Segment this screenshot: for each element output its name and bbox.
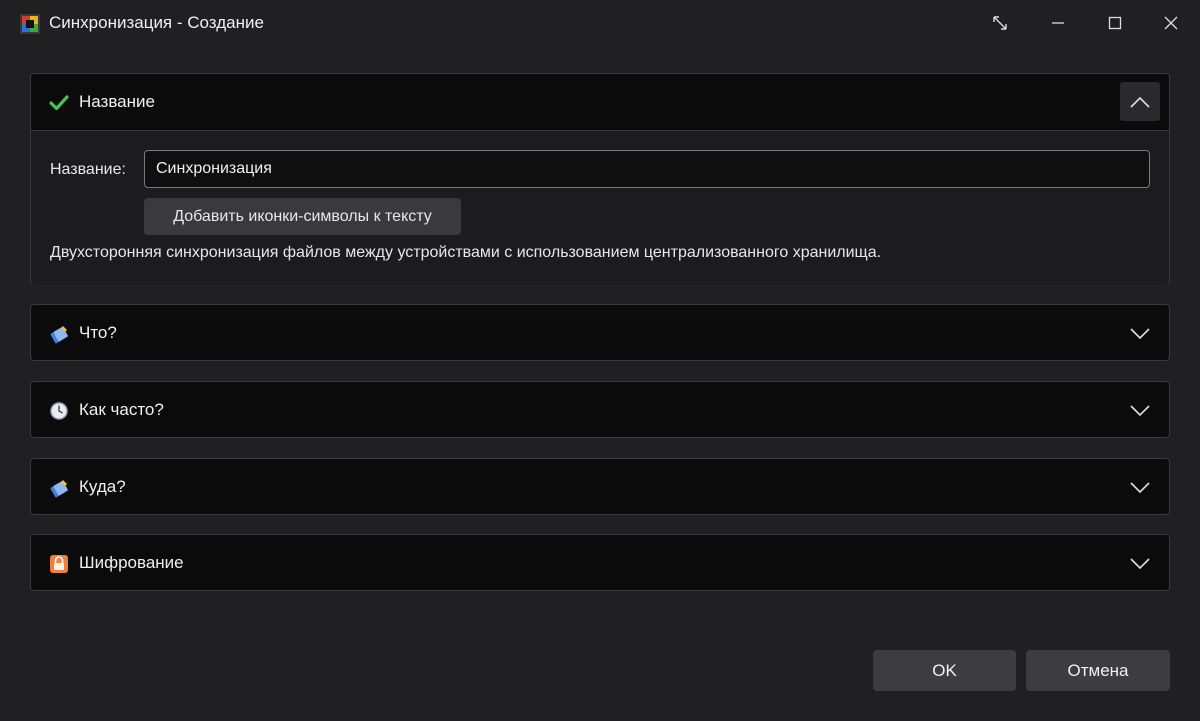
section-name-body: Название: Добавить иконки-символы к текс… <box>31 130 1169 285</box>
minimize-icon[interactable] <box>1029 0 1087 46</box>
name-input[interactable] <box>144 150 1150 188</box>
title-bar: Синхронизация - Создание <box>0 0 1200 48</box>
section-title: Как часто? <box>79 400 164 419</box>
section-how-often[interactable]: Как часто? <box>30 381 1170 438</box>
section-title: Куда? <box>79 477 126 496</box>
section-encryption[interactable]: Шифрование <box>30 534 1170 591</box>
description-text: Двухсторонняя синхронизация файлов между… <box>50 244 882 261</box>
section-title: Шифрование <box>79 553 184 572</box>
section-title: Что? <box>79 323 117 342</box>
section-name-header[interactable]: Название <box>31 74 1169 130</box>
chevron-up-icon <box>1130 96 1150 108</box>
chevron-down-icon <box>1130 405 1150 417</box>
section-title: Название <box>79 92 155 111</box>
add-symbols-button[interactable]: Добавить иконки-символы к тексту <box>144 198 461 235</box>
backup-app-icon <box>20 14 40 34</box>
clock-icon <box>50 402 68 420</box>
checkmark-icon <box>49 95 69 111</box>
section-where[interactable]: Куда? <box>30 458 1170 515</box>
chevron-down-icon <box>1130 558 1150 570</box>
window-title: Синхронизация - Создание <box>49 13 264 32</box>
name-label: Название: <box>50 161 126 178</box>
lock-icon <box>50 555 68 573</box>
resize-icon[interactable] <box>971 0 1029 46</box>
collapse-button[interactable] <box>1120 82 1160 121</box>
files-icon <box>50 480 68 498</box>
ok-button[interactable]: OK <box>873 650 1016 691</box>
close-icon[interactable] <box>1142 0 1200 46</box>
maximize-icon[interactable] <box>1086 0 1144 46</box>
section-what[interactable]: Что? <box>30 304 1170 361</box>
cancel-button[interactable]: Отмена <box>1026 650 1170 691</box>
section-name: Название Название: Добавить иконки-симво… <box>30 73 1170 285</box>
chevron-down-icon <box>1130 482 1150 494</box>
files-icon <box>50 326 68 344</box>
chevron-down-icon <box>1130 328 1150 340</box>
